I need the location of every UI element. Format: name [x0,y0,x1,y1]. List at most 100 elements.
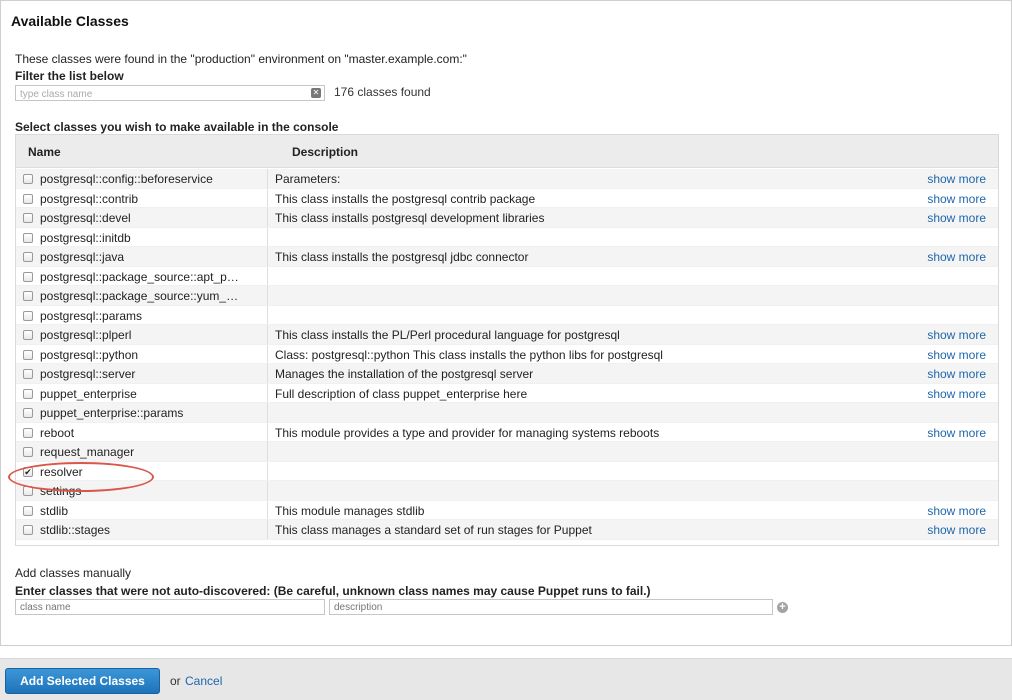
class-name: postgresql::java [40,250,125,264]
class-description: Manages the installation of the postgres… [275,367,534,381]
show-more-link[interactable]: show more [927,426,986,440]
name-cell: postgresql::initdb [16,227,268,246]
class-description: This module manages stdlib [275,503,425,518]
name-cell: stdlib::stages [16,520,268,539]
add-class-icon[interactable]: + [777,602,788,613]
class-description: This class installs the postgresql contr… [275,191,536,206]
table-body[interactable]: postgresql::config::beforeservice Paramet… [16,168,998,545]
class-name: stdlib::stages [40,523,111,537]
class-checkbox[interactable] [23,213,33,223]
class-name: puppet_enterprise::params [40,406,184,420]
class-checkbox[interactable] [23,330,33,340]
name-cell: postgresql::server [16,364,268,383]
show-more-link[interactable]: show more [927,328,986,342]
table-row[interactable]: postgresql::config::beforeservice Paramet… [16,169,998,189]
class-checkbox[interactable] [23,232,33,243]
class-name: postgresql::initdb [40,230,131,245]
table-row[interactable]: postgresql::initdb [16,227,998,247]
description-input[interactable] [329,599,773,615]
panel-title: Available Classes [11,13,129,29]
table-row[interactable]: settings [16,481,998,501]
class-description: Class: postgresql::python This class ins… [275,347,663,362]
table-row[interactable]: postgresql::package_source::yum_… [16,286,998,306]
class-checkbox[interactable] [23,271,33,282]
class-name: postgresql::contrib [40,191,139,206]
table-row[interactable]: postgresql::devel This class installs pos… [16,208,998,228]
table-row[interactable]: stdlib::stages This class manages a stand… [16,520,998,540]
show-more-link[interactable]: show more [927,192,986,206]
table-row[interactable]: postgresql::package_source::apt_p… [16,266,998,286]
clear-filter-icon[interactable]: ✕ [311,88,321,98]
class-name: reboot [40,425,75,440]
class-name-input[interactable] [15,599,325,615]
class-checkbox[interactable] [23,310,33,321]
class-name: postgresql::server [40,367,136,381]
table-row[interactable]: postgresql::python Class: postgresql::pyt… [16,344,998,364]
class-name: postgresql::params [40,308,143,323]
show-more-link[interactable]: show more [927,250,986,264]
name-cell: postgresql::package_source::apt_p… [16,266,268,285]
class-checkbox[interactable] [23,525,33,535]
show-more-link[interactable]: show more [927,348,986,362]
table-row[interactable]: request_manager [16,442,998,462]
show-more-link[interactable]: show more [927,523,986,537]
class-checkbox[interactable] [23,349,33,360]
class-name: resolver [40,464,83,479]
class-checkbox[interactable] [23,427,33,438]
class-name: postgresql::config::beforeservice [40,172,213,186]
class-checkbox[interactable] [23,291,33,301]
footer-bar: Add Selected Classes or Cancel [0,658,1012,700]
class-checkbox[interactable] [23,252,33,262]
show-more-link[interactable]: show more [927,211,986,225]
name-cell: postgresql::contrib [16,188,268,207]
class-description: This class manages a standard set of run… [275,523,592,537]
table-row[interactable]: stdlib This module manages stdlib show mor… [16,500,998,520]
show-more-link[interactable]: show more [927,172,986,186]
class-name: postgresql::devel [40,211,131,225]
table-row[interactable]: puppet_enterprise::params [16,403,998,423]
table-header: Name Description [16,135,998,168]
table-row[interactable]: puppet_enterprise Full description of cla… [16,383,998,403]
name-cell: postgresql::devel [16,208,268,227]
show-more-link[interactable]: show more [927,387,986,401]
class-description: This class installs the postgresql jdbc … [275,250,529,264]
filter-input[interactable] [16,87,306,102]
class-description: Full description of class puppet_enterpr… [275,386,528,401]
show-more-link[interactable]: show more [927,367,986,381]
table-row[interactable]: postgresql::plperl This class installs th… [16,325,998,345]
intro-text: These classes were found in the "product… [15,52,467,66]
class-description: This class installs postgresql developme… [275,211,545,225]
class-checkbox[interactable] [23,447,33,457]
table-row[interactable]: postgresql::server Manages the installati… [16,364,998,384]
cancel-link[interactable]: Cancel [185,674,222,688]
name-cell: puppet_enterprise [16,383,268,402]
class-checkbox[interactable] [23,193,33,204]
or-text: or [170,674,181,688]
name-cell: postgresql::config::beforeservice [16,169,268,188]
table-row[interactable]: postgresql::java This class installs the … [16,247,998,267]
class-checkbox[interactable] [23,408,33,418]
class-checkbox[interactable] [23,174,33,184]
column-header-name: Name [28,145,61,159]
manual-title: Add classes manually [15,566,132,580]
table-row[interactable]: postgresql::contrib This class installs t… [16,188,998,208]
filter-label: Filter the list below [15,69,124,83]
add-selected-classes-button[interactable]: Add Selected Classes [5,668,160,694]
name-cell: ✔ resolver [16,461,268,480]
show-more-link[interactable]: show more [927,504,986,518]
class-checkbox[interactable] [23,388,33,399]
classes-table: Name Description postgresql::config::bef… [15,134,999,546]
class-name: settings [40,484,82,498]
table-row[interactable]: postgresql::params [16,305,998,325]
name-cell: puppet_enterprise::params [16,403,268,422]
table-row[interactable]: reboot This module provides a type and pr… [16,422,998,442]
class-checkbox[interactable] [23,486,33,496]
class-checkbox[interactable] [23,505,33,516]
table-row[interactable]: ✔ resolver [16,461,998,481]
class-checkbox[interactable]: ✔ [23,466,33,477]
select-classes-label: Select classes you wish to make availabl… [15,120,339,134]
name-cell: request_manager [16,442,268,461]
class-name: postgresql::package_source::apt_p… [40,269,239,284]
class-checkbox[interactable] [23,369,33,379]
class-description: Parameters: [275,172,341,186]
